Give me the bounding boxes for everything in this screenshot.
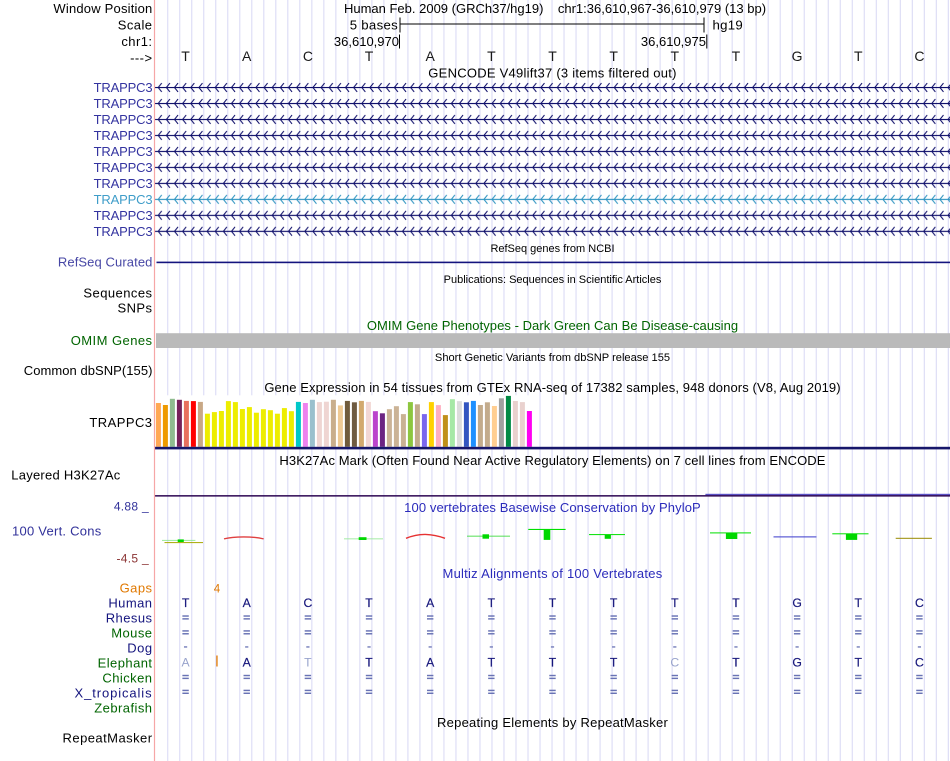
svg-text:C: C: [914, 48, 924, 64]
svg-text:Window Position: Window Position: [53, 1, 152, 16]
svg-text:OMIM Gene Phenotypes - Dark Gr: OMIM Gene Phenotypes - Dark Green Can Be…: [367, 318, 738, 333]
svg-text:Sequences: Sequences: [83, 286, 152, 301]
svg-text:H3K27Ac Mark (Often Found Near: H3K27Ac Mark (Often Found Near Active Re…: [279, 453, 825, 468]
svg-text:TRAPPC3: TRAPPC3: [94, 112, 153, 127]
svg-text:100 vertebrates Basewise Conse: 100 vertebrates Basewise Conservation by…: [404, 500, 701, 515]
svg-text:T: T: [854, 48, 863, 64]
svg-text:T: T: [181, 48, 190, 64]
svg-text:T: T: [732, 596, 740, 610]
svg-text:TRAPPC3: TRAPPC3: [94, 192, 153, 207]
svg-text:Mouse: Mouse: [111, 625, 152, 640]
svg-text:T: T: [855, 656, 863, 670]
svg-text:A: A: [426, 656, 435, 670]
svg-text:RepeatMasker: RepeatMasker: [63, 730, 153, 745]
svg-text:Layered H3K27Ac: Layered H3K27Ac: [11, 468, 121, 483]
svg-text:T: T: [732, 48, 741, 64]
svg-text:4: 4: [214, 583, 221, 595]
svg-text:A: A: [243, 656, 252, 670]
svg-text:Chicken: Chicken: [102, 670, 152, 685]
svg-text:RefSeq genes from NCBI: RefSeq genes from NCBI: [490, 243, 614, 255]
svg-text:X_tropicalis: X_tropicalis: [75, 685, 153, 700]
svg-text:T: T: [732, 656, 740, 670]
svg-text:Dog: Dog: [127, 640, 152, 655]
svg-text:T: T: [548, 48, 557, 64]
svg-text:T: T: [671, 596, 679, 610]
svg-text:5 bases: 5 bases: [350, 18, 398, 33]
svg-text:TRAPPC3: TRAPPC3: [94, 96, 153, 111]
svg-text:Zebrafish: Zebrafish: [94, 700, 152, 715]
svg-text:T: T: [487, 48, 496, 64]
svg-text:A: A: [182, 656, 191, 670]
svg-text:A: A: [242, 48, 252, 64]
svg-text:chr1:: chr1:: [121, 34, 152, 49]
svg-text:100 Vert. Cons: 100 Vert. Cons: [12, 524, 102, 539]
svg-text:TRAPPC3: TRAPPC3: [94, 208, 153, 223]
svg-text:Gene Expression in 54 tissues: Gene Expression in 54 tissues from GTEx …: [264, 380, 840, 395]
svg-text:TRAPPC3: TRAPPC3: [94, 160, 153, 175]
svg-text:Scale: Scale: [118, 18, 153, 33]
svg-text:T: T: [365, 48, 374, 64]
svg-text:T: T: [855, 596, 863, 610]
svg-text:SNPs: SNPs: [117, 301, 152, 316]
svg-text:TRAPPC3: TRAPPC3: [94, 176, 153, 191]
svg-text:C: C: [303, 48, 313, 64]
svg-text:36,610,975: 36,610,975: [641, 34, 706, 49]
svg-text:T: T: [610, 656, 618, 670]
svg-text:4.88 _: 4.88 _: [114, 500, 149, 514]
svg-text:Publications: Sequences in Sci: Publications: Sequences in Scientific Ar…: [444, 274, 662, 286]
svg-text:T: T: [609, 48, 618, 64]
svg-text:T: T: [365, 656, 373, 670]
svg-text:Elephant: Elephant: [98, 655, 153, 670]
svg-text:G: G: [792, 656, 801, 670]
svg-text:C: C: [303, 596, 312, 610]
svg-text:T: T: [182, 596, 190, 610]
svg-text:A: A: [243, 596, 252, 610]
svg-text:36,610,970: 36,610,970: [334, 34, 399, 49]
svg-text:hg19: hg19: [713, 18, 744, 33]
svg-text:T: T: [488, 656, 496, 670]
svg-text:Repeating Elements by RepeatMa: Repeating Elements by RepeatMasker: [437, 715, 668, 730]
svg-text:T: T: [365, 596, 373, 610]
svg-text:TRAPPC3: TRAPPC3: [94, 224, 153, 239]
svg-text:T: T: [304, 656, 312, 670]
svg-text:Human: Human: [108, 595, 152, 610]
svg-text:G: G: [792, 596, 801, 610]
svg-text:Common dbSNP(155): Common dbSNP(155): [24, 363, 153, 378]
svg-text:TRAPPC3: TRAPPC3: [89, 415, 152, 430]
svg-text:Human Feb. 2009 (GRCh37/hg19): Human Feb. 2009 (GRCh37/hg19) chr1:36,61…: [344, 1, 766, 16]
svg-text:A: A: [426, 48, 436, 64]
svg-text:Gaps: Gaps: [120, 580, 153, 595]
svg-text:OMIM Genes: OMIM Genes: [71, 333, 153, 348]
svg-text:TRAPPC3: TRAPPC3: [94, 80, 153, 95]
svg-text:RefSeq Curated: RefSeq Curated: [58, 255, 153, 270]
svg-text:Rhesus: Rhesus: [106, 610, 153, 625]
svg-text:C: C: [915, 596, 924, 610]
svg-text:T: T: [610, 596, 618, 610]
svg-text:GENCODE V49lift37 (3 items fil: GENCODE V49lift37 (3 items filtered out): [428, 66, 676, 81]
svg-text:TRAPPC3: TRAPPC3: [94, 128, 153, 143]
svg-text:C: C: [670, 656, 679, 670]
svg-text:-4.5 _: -4.5 _: [117, 552, 150, 566]
svg-text:Short Genetic Variants from db: Short Genetic Variants from dbSNP releas…: [435, 352, 670, 364]
svg-text:T: T: [549, 656, 557, 670]
svg-text:--->: --->: [130, 51, 152, 66]
svg-text:TRAPPC3: TRAPPC3: [94, 144, 153, 159]
svg-text:A: A: [426, 596, 435, 610]
svg-text:T: T: [549, 596, 557, 610]
svg-text:Multiz Alignments of 100 Verte: Multiz Alignments of 100 Vertebrates: [442, 566, 662, 581]
svg-text:T: T: [671, 48, 680, 64]
svg-text:T: T: [488, 596, 496, 610]
svg-text:C: C: [915, 656, 924, 670]
svg-text:G: G: [792, 48, 803, 64]
